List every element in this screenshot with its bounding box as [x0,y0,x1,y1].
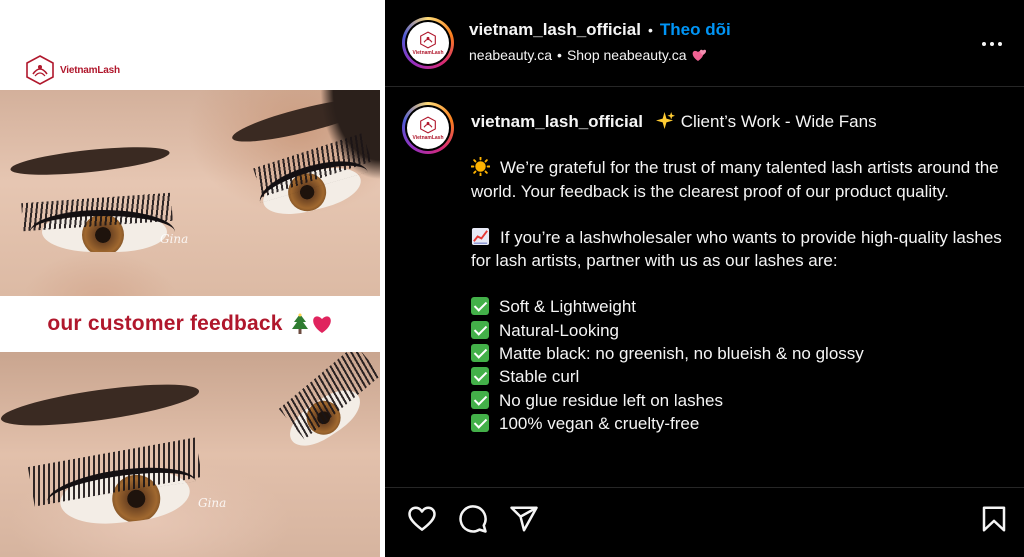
caption-paragraph-2-text: If you’re a lashwholesaler who wants to … [471,227,1002,271]
header-username[interactable]: vietnam_lash_official [469,20,641,40]
feature-text: No glue residue left on lashes [499,390,723,410]
feature-text: Natural-Looking [499,320,620,340]
avatar[interactable]: VietnamLash [402,17,454,69]
brand-logo-text: VietnamLash [60,64,120,76]
header-separator: • [647,22,653,38]
feature-text: Stable curl [499,367,580,387]
chart-increasing-icon [471,227,490,245]
caption-title-line: vietnam_lash_official Client’s Work - Wi… [471,110,1011,133]
follow-button[interactable]: Theo dõi [660,20,731,40]
vietnamlash-logo-icon [420,30,436,49]
shop-link[interactable]: Shop neabeauty.ca [567,47,687,63]
sun-icon [471,157,490,177]
check-mark-icon [471,344,489,363]
header-user-row: vietnam_lash_official • Theo dõi [469,20,731,40]
feedback-banner: our customer feedback [0,296,380,352]
check-mark-icon [471,390,489,409]
christmas-tree-icon [291,313,308,334]
caption-paragraph-2: If you’re a lashwholesaler who wants to … [471,226,1011,273]
check-mark-icon [471,367,489,386]
caption-title: Client’s Work - Wide Fans [680,112,877,131]
bookmark-icon[interactable] [979,504,1009,534]
feature-item: Soft & Lightweight [471,295,1011,318]
caption-avatar[interactable]: VietnamLash [402,102,454,154]
two-hearts-icon [692,49,706,61]
post-header: VietnamLash vietnam_lash_official • Theo… [385,0,1024,87]
check-mark-icon [471,413,489,432]
feature-item: Natural-Looking [471,319,1011,342]
feature-item: Stable curl [471,365,1011,388]
post-panel: VietnamLash vietnam_lash_official • Theo… [385,0,1024,557]
watermark-top: Gina [160,232,189,246]
comment-icon[interactable] [458,504,488,534]
feature-text: Soft & Lightweight [499,297,637,317]
caption-username[interactable]: vietnam_lash_official [471,112,643,131]
action-bar [385,487,1024,557]
feedback-banner-text: our customer feedback [47,312,283,335]
caption-paragraph-1-text: We’re grateful for the trust of many tal… [471,158,999,201]
share-icon[interactable] [509,504,539,534]
eye-photo-bottom: Gina [0,352,380,557]
website-link[interactable]: neabeauty.ca [469,47,552,63]
heart-outline-icon[interactable] [407,504,437,534]
brand-logo: VietnamLash [24,52,120,88]
feature-text: Matte black: no greenish, no blueish & n… [499,344,864,364]
post-caption: vietnam_lash_official Client’s Work - Wi… [471,110,1011,435]
feature-item: Matte black: no greenish, no blueish & n… [471,342,1011,365]
sparkles-icon [655,111,675,130]
avatar-logo-text: VietnamLash [412,49,444,56]
subtitle-separator: • [557,47,562,63]
check-mark-icon [471,297,489,316]
header-subtitle: neabeauty.ca • Shop neabeauty.ca [469,47,708,63]
vietnamlash-logo-icon [420,115,436,134]
eye-photo-top: Gina [0,90,380,296]
red-heart-icon [312,316,331,333]
vietnamlash-logo-icon [26,55,54,85]
watermark-bottom: Gina [198,496,227,510]
post-media[interactable]: VietnamLash Gina our customer feedback G… [0,0,385,557]
check-mark-icon [471,320,489,339]
feature-item: No glue residue left on lashes [471,389,1011,412]
more-horizontal-icon[interactable] [980,32,1004,56]
caption-paragraph-1: We’re grateful for the trust of many tal… [471,156,1011,203]
feature-item: 100% vegan & cruelty-free [471,412,1011,435]
feature-list: Soft & Lightweight Natural-Looking Matte… [471,295,1011,435]
avatar-logo-text: VietnamLash [412,134,444,141]
feature-text: 100% vegan & cruelty-free [499,413,700,433]
